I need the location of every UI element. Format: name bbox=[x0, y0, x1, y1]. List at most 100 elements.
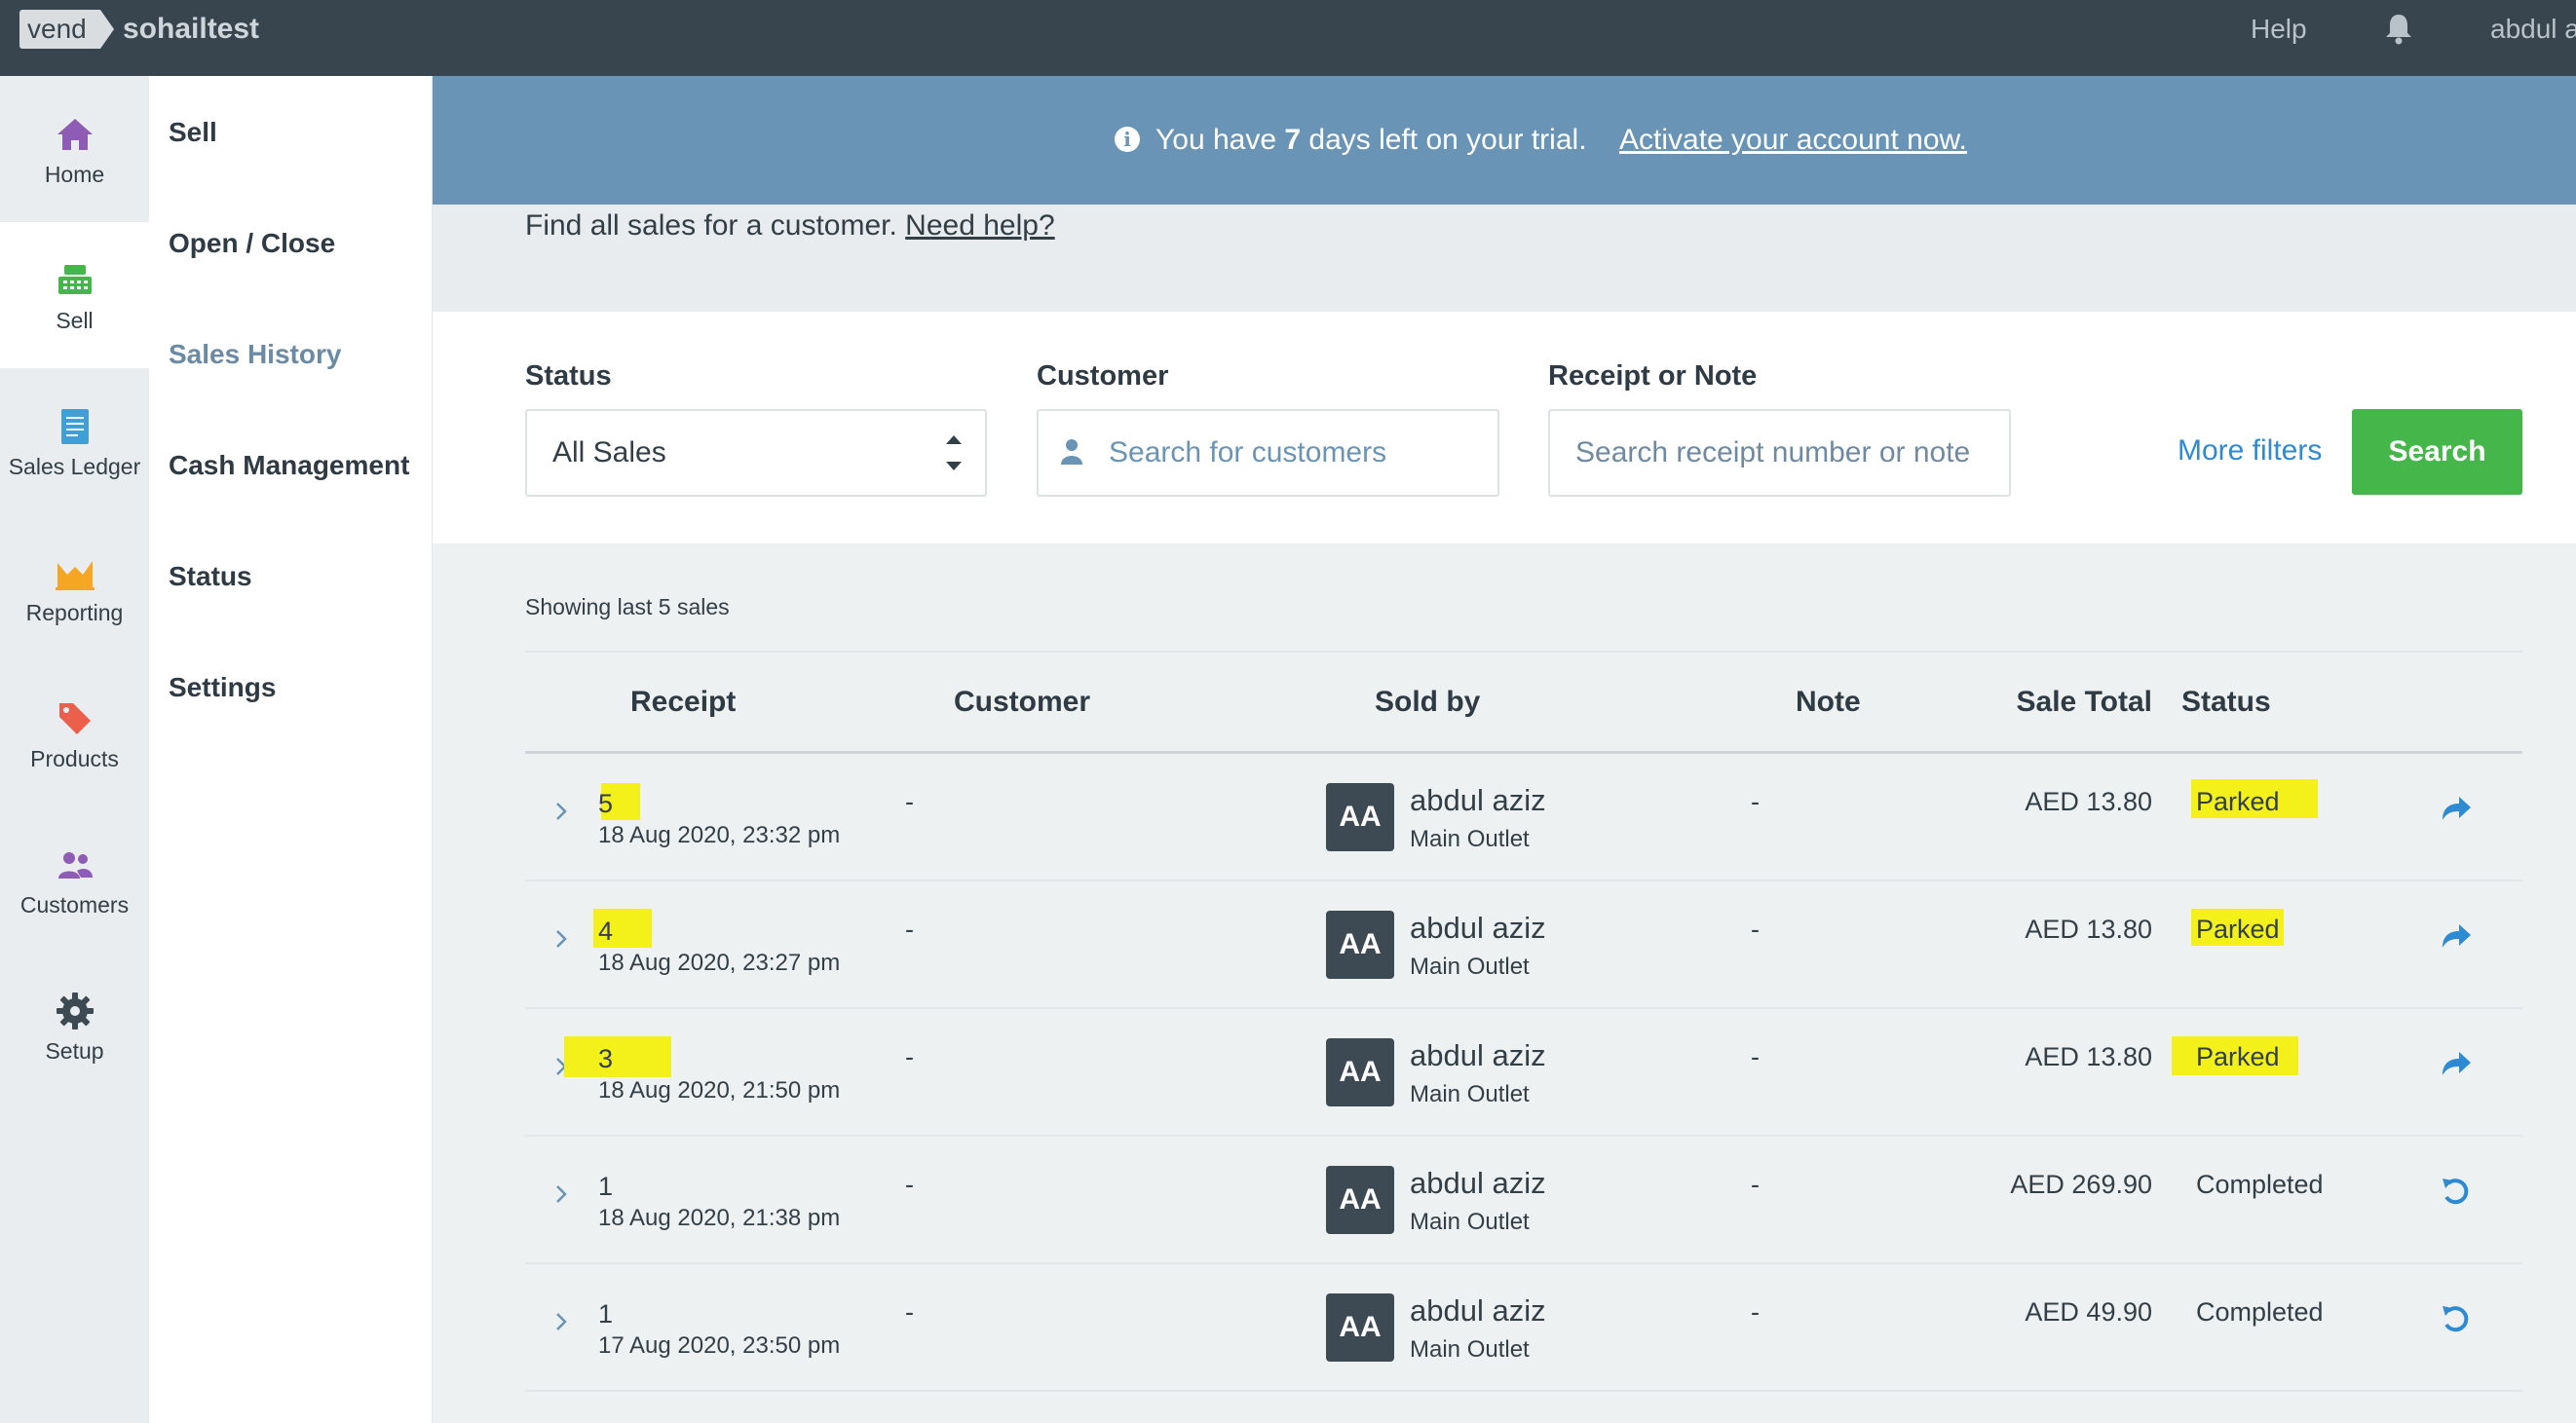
nav-customers[interactable]: Customers bbox=[0, 806, 149, 953]
table-header: Receipt Customer Sold by Note Sale Total… bbox=[525, 651, 2522, 754]
need-help-link[interactable]: Need help? bbox=[905, 209, 1054, 242]
nav-sales-ledger[interactable]: Sales Ledger bbox=[0, 368, 149, 514]
activate-account-link[interactable]: Activate your account now. bbox=[1619, 121, 1967, 160]
customer-filter-label: Customer bbox=[1037, 360, 1169, 392]
chevron-right-icon[interactable] bbox=[554, 801, 568, 822]
receipt-filter-label: Receipt or Note bbox=[1548, 360, 1758, 392]
status-badge: Parked bbox=[2196, 787, 2280, 816]
status-select-value: All Sales bbox=[552, 436, 666, 468]
avatar: AA bbox=[1326, 1038, 1394, 1106]
receipt-date: 18 Aug 2020, 23:27 pm bbox=[598, 950, 841, 976]
col-status[interactable]: Status bbox=[2181, 686, 2271, 719]
trial-banner: i You have 7 days left on your trial. Ac… bbox=[433, 76, 2576, 205]
customer-cell: - bbox=[905, 915, 914, 944]
nav-sell[interactable]: Sell bbox=[0, 222, 149, 368]
table-row[interactable]: 4 18 Aug 2020, 23:27 pm - AA abdul aziz … bbox=[525, 881, 2522, 1009]
receipt-number: 1 bbox=[598, 1299, 614, 1329]
bell-icon[interactable] bbox=[2383, 12, 2414, 45]
nav-reporting-label: Reporting bbox=[25, 600, 124, 625]
resume-icon[interactable] bbox=[2440, 1048, 2473, 1079]
vend-logo[interactable]: vend bbox=[19, 10, 114, 49]
submenu-sales-history[interactable]: Sales History bbox=[169, 339, 341, 370]
avatar: AA bbox=[1326, 783, 1394, 851]
person-icon bbox=[1061, 439, 1082, 465]
outlet-name: Main Outlet bbox=[1410, 1336, 1530, 1363]
receipt-date: 18 Aug 2020, 21:50 pm bbox=[598, 1077, 841, 1104]
outlet-name: Main Outlet bbox=[1410, 826, 1530, 852]
nav-products[interactable]: Products bbox=[0, 660, 149, 806]
user-menu[interactable]: abdul a bbox=[2490, 12, 2576, 47]
submenu-cash-management[interactable]: Cash Management bbox=[169, 450, 409, 481]
chevron-right-icon[interactable] bbox=[554, 1183, 568, 1205]
submenu-settings[interactable]: Settings bbox=[169, 672, 276, 703]
col-receipt[interactable]: Receipt bbox=[630, 686, 736, 719]
table-row[interactable]: 1 17 Aug 2020, 23:50 pm - AA abdul aziz … bbox=[525, 1264, 2522, 1392]
return-icon[interactable] bbox=[2440, 1303, 2473, 1334]
find-sales-description: Find all sales for a customer. bbox=[525, 209, 897, 242]
trial-message: You have 7 days left on your trial. bbox=[1155, 121, 1587, 160]
status-badge: Parked bbox=[2196, 915, 2280, 944]
receipt-search-placeholder: Search receipt number or note bbox=[1575, 436, 1971, 468]
status-badge: Parked bbox=[2196, 1042, 2280, 1071]
sale-total: AED 13.80 bbox=[2025, 915, 2152, 944]
chevron-right-icon[interactable] bbox=[554, 928, 568, 950]
sale-total: AED 269.90 bbox=[2010, 1170, 2152, 1199]
nav-reporting[interactable]: Reporting bbox=[0, 514, 149, 660]
info-icon: i bbox=[1115, 127, 1140, 152]
resume-icon[interactable] bbox=[2440, 920, 2473, 952]
users-icon bbox=[57, 852, 93, 879]
sale-total: AED 49.90 bbox=[2025, 1297, 2152, 1327]
table-row[interactable]: 1 18 Aug 2020, 21:38 pm - AA abdul aziz … bbox=[525, 1137, 2522, 1264]
receipt-number: 1 bbox=[598, 1172, 614, 1201]
outlet-name: Main Outlet bbox=[1410, 954, 1530, 980]
nav-setup-label: Setup bbox=[45, 1038, 104, 1064]
submenu-open-close[interactable]: Open / Close bbox=[169, 228, 335, 259]
sale-total: AED 13.80 bbox=[2025, 1042, 2152, 1071]
highlight-mark bbox=[564, 1036, 671, 1077]
trial-prefix: You have bbox=[1155, 124, 1277, 156]
nav-sell-label: Sell bbox=[56, 308, 94, 333]
receipt-search-input[interactable]: Search receipt number or note bbox=[1548, 409, 2011, 497]
table-row[interactable]: 5 18 Aug 2020, 23:32 pm - AA abdul aziz … bbox=[525, 754, 2522, 881]
col-sale-total[interactable]: Sale Total bbox=[2017, 686, 2152, 719]
customer-cell: - bbox=[905, 787, 914, 816]
avatar: AA bbox=[1326, 1166, 1394, 1234]
customer-search-input[interactable]: Search for customers bbox=[1037, 409, 1499, 497]
status-badge: Completed bbox=[2196, 1297, 2324, 1327]
chevron-right-icon[interactable] bbox=[554, 1311, 568, 1332]
seller-name: abdul aziz bbox=[1410, 1166, 1546, 1200]
col-sold-by[interactable]: Sold by bbox=[1375, 686, 1480, 719]
seller-name: abdul aziz bbox=[1410, 1293, 1546, 1328]
search-button[interactable]: Search bbox=[2352, 409, 2522, 495]
col-customer[interactable]: Customer bbox=[954, 686, 1090, 719]
status-badge: Completed bbox=[2196, 1170, 2324, 1199]
outlet-name: Main Outlet bbox=[1410, 1209, 1530, 1235]
receipt-number: 4 bbox=[598, 917, 614, 946]
receipt-date: 17 Aug 2020, 23:50 pm bbox=[598, 1332, 841, 1359]
select-arrows-icon bbox=[946, 435, 962, 470]
resume-icon[interactable] bbox=[2440, 793, 2473, 824]
help-link[interactable]: Help bbox=[2251, 12, 2307, 47]
find-bar: Find all sales for a customer. Need help… bbox=[433, 205, 2576, 312]
find-sales-text: Find all sales for a customer. Need help… bbox=[525, 205, 1055, 247]
nav-setup[interactable]: Setup bbox=[0, 953, 149, 1099]
chart-icon bbox=[55, 561, 95, 590]
store-name[interactable]: sohailtest bbox=[123, 10, 259, 49]
return-icon[interactable] bbox=[2440, 1176, 2473, 1207]
note-cell: - bbox=[1751, 915, 1760, 944]
receipt-date: 18 Aug 2020, 21:38 pm bbox=[598, 1205, 841, 1231]
table-row[interactable]: 3 18 Aug 2020, 21:50 pm - AA abdul aziz … bbox=[525, 1009, 2522, 1137]
note-cell: - bbox=[1751, 1297, 1760, 1327]
seller-name: abdul aziz bbox=[1410, 783, 1546, 817]
seller-name: abdul aziz bbox=[1410, 911, 1546, 945]
more-filters-link[interactable]: More filters bbox=[2178, 434, 2322, 468]
customer-cell: - bbox=[905, 1297, 914, 1327]
col-note[interactable]: Note bbox=[1796, 686, 1861, 719]
status-select[interactable]: All Sales bbox=[525, 409, 987, 497]
nav-home[interactable]: Home bbox=[0, 76, 149, 222]
showing-count: Showing last 5 sales bbox=[525, 594, 730, 619]
submenu-sell[interactable]: Sell bbox=[169, 117, 217, 148]
customer-cell: - bbox=[905, 1042, 914, 1071]
tag-icon bbox=[58, 703, 91, 734]
submenu-status[interactable]: Status bbox=[169, 561, 252, 592]
